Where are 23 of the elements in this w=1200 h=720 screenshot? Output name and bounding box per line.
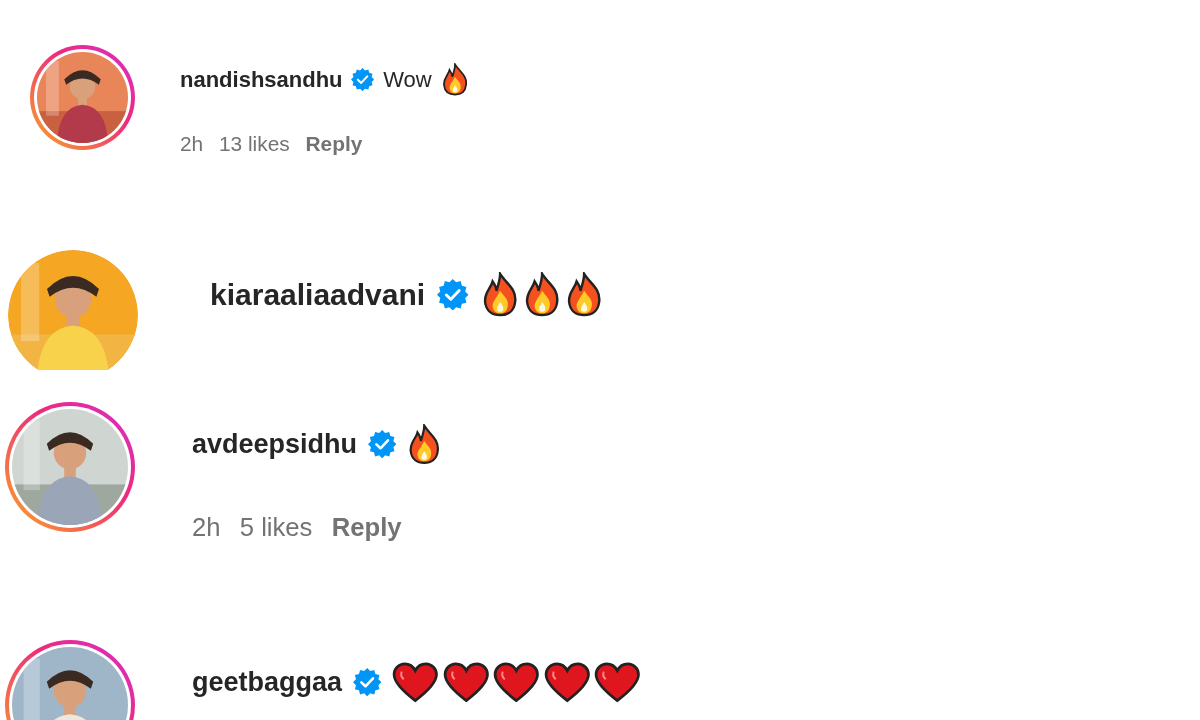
heart-icon xyxy=(442,662,490,703)
fire-icon xyxy=(440,63,469,96)
reply-button[interactable]: Reply xyxy=(331,512,402,542)
verified-badge-icon xyxy=(367,430,397,459)
comment-time: 2h xyxy=(180,132,204,156)
heart-icon xyxy=(392,662,439,703)
username-link[interactable]: avdeepsidhu xyxy=(192,428,358,460)
verified-badge-icon xyxy=(437,278,469,311)
username-link[interactable]: nandishsandhu xyxy=(180,66,343,93)
comment-time: 2h xyxy=(192,512,221,542)
verified-badge-icon xyxy=(352,668,382,697)
fire-icon xyxy=(565,272,604,317)
heart-icon xyxy=(543,662,591,703)
fire-icon xyxy=(407,424,442,465)
comment-text: Wow xyxy=(383,66,432,93)
verified-badge-icon xyxy=(351,67,375,92)
username-link[interactable]: kiaraaliaadvani xyxy=(210,277,426,312)
likes-count: 5 likes xyxy=(239,512,313,542)
heart-icon xyxy=(493,662,540,703)
heart-icon xyxy=(594,662,641,703)
likes-count: 13 likes xyxy=(218,132,290,156)
reply-button[interactable]: Reply xyxy=(305,132,363,156)
username-link[interactable]: geetbaggaa xyxy=(192,666,343,698)
